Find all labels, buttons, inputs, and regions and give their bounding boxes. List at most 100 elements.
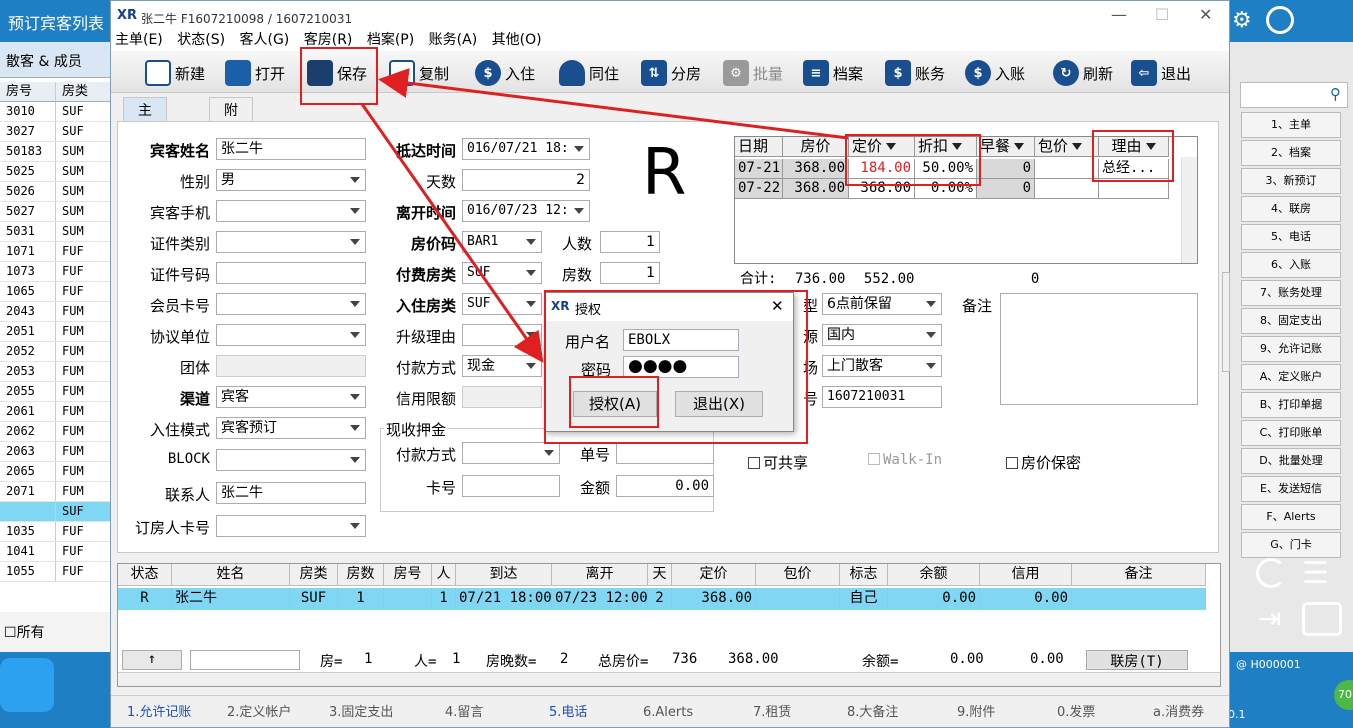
right-action-button[interactable]: C、打印账单 — [1241, 420, 1341, 446]
dep-amount-field[interactable]: 0.00 — [616, 475, 714, 497]
col-room-rate[interactable]: 房价 — [783, 137, 849, 157]
col-room-count[interactable]: 房数 — [338, 564, 384, 586]
tab-alerts[interactable]: 6.Alerts — [635, 702, 701, 724]
export-icon[interactable]: ⇥ — [1258, 602, 1281, 635]
id-type-select[interactable] — [216, 231, 366, 253]
right-action-button[interactable]: A、定义账户 — [1241, 364, 1341, 390]
table-row[interactable]: 2052 FUM — [0, 342, 112, 362]
col-package[interactable]: 包价 — [1035, 137, 1099, 157]
right-action-button[interactable]: F、Alerts — [1241, 504, 1341, 530]
upgrade-select[interactable] — [462, 324, 542, 346]
table-row[interactable]: 1073 FUF — [0, 262, 112, 282]
source-select[interactable]: 国内 — [822, 324, 942, 346]
col-date[interactable]: 日期 — [735, 137, 783, 157]
tab-extra-info[interactable]: 附加信息 — [209, 97, 253, 179]
remarks-textarea[interactable] — [1000, 293, 1198, 405]
table-row[interactable]: 2051 FUM — [0, 322, 112, 342]
menu-room[interactable]: 客房(R) — [304, 32, 353, 48]
power-icon[interactable] — [1266, 6, 1294, 34]
right-action-button[interactable]: E、发送短信 — [1241, 476, 1341, 502]
table-row[interactable]: 50183 SUM — [0, 142, 112, 162]
right-action-button[interactable]: 8、固定支出 — [1241, 308, 1341, 334]
table-row[interactable]: 3010 SUF — [0, 102, 112, 122]
table-row[interactable]: 2065 FUM — [0, 462, 112, 482]
list-icon[interactable]: ☰ — [1302, 556, 1329, 591]
menu-status[interactable]: 状态(S) — [177, 32, 225, 48]
table-row[interactable]: 1071 FUF — [0, 242, 112, 262]
left-tab[interactable]: 散客 & 成员 — [0, 42, 112, 78]
arrival-field[interactable]: 016/07/21 18: — [462, 138, 590, 160]
table-row[interactable]: 5031 SUM — [0, 222, 112, 242]
table-row[interactable]: 1041 FUF — [0, 542, 112, 562]
tab-define-account[interactable]: 2.定义帐户 — [219, 702, 299, 724]
col-room-no[interactable]: 房号 — [0, 82, 56, 101]
persons-field[interactable]: 1 — [600, 231, 660, 253]
share-checkbox[interactable]: 可共享 — [748, 452, 808, 473]
dep-no-field[interactable] — [616, 442, 714, 464]
tab-voucher[interactable]: a.消费券 — [1145, 702, 1212, 724]
col-room-type[interactable]: 房类 — [290, 564, 338, 586]
tab-attachment[interactable]: 9.附件 — [949, 702, 1003, 724]
assign-room-button[interactable]: ⇅ 分房 — [641, 57, 701, 89]
member-select[interactable] — [216, 293, 366, 315]
new-button[interactable]: 新建 — [145, 57, 205, 89]
all-checkbox[interactable]: ☐所有 — [0, 612, 112, 652]
gender-select[interactable]: 男 — [216, 169, 366, 191]
right-action-button[interactable]: 7、账务处理 — [1241, 280, 1341, 306]
copy-button[interactable]: 复制 — [389, 57, 449, 89]
menu-guest[interactable]: 客人(G) — [240, 32, 290, 48]
table-row[interactable]: 2062 FUM — [0, 422, 112, 442]
col-breakfast[interactable]: 早餐 — [977, 137, 1035, 157]
background-settings-icon[interactable]: ⚙ — [1232, 8, 1252, 33]
refresh-icon[interactable] — [1256, 558, 1286, 588]
res-no-field[interactable]: 1607210031 — [822, 386, 942, 408]
tab-phone[interactable]: 5.电话 — [541, 702, 595, 724]
agreement-select[interactable] — [216, 324, 366, 346]
credit-field[interactable] — [462, 386, 542, 408]
col-package[interactable]: 包价 — [756, 564, 840, 586]
search-icon[interactable]: ⚲ — [1330, 85, 1341, 103]
right-action-button[interactable]: 1、主单 — [1241, 112, 1341, 138]
rate-package[interactable] — [1035, 179, 1099, 199]
rate-reason[interactable] — [1099, 179, 1169, 199]
col-name[interactable]: 姓名 — [172, 564, 290, 586]
group-field[interactable] — [216, 355, 366, 377]
tab-message[interactable]: 4.留言 — [437, 702, 491, 724]
checkin-button[interactable]: $ 入住 — [475, 57, 535, 89]
menu-account[interactable]: 账务(A) — [429, 32, 478, 48]
badge[interactable]: 70 — [1334, 680, 1353, 710]
right-action-button[interactable]: 5、电话 — [1241, 224, 1341, 250]
menu-main[interactable]: 主单(E) — [115, 32, 163, 48]
channel-select[interactable]: 宾客 — [216, 386, 366, 408]
table-row[interactable]: 2063 FUM — [0, 442, 112, 462]
maximize-icon[interactable]: ☐ — [1155, 5, 1169, 24]
refresh-button[interactable]: ↻ 刷新 — [1053, 57, 1113, 89]
table-row[interactable]: 2071 FUM — [0, 482, 112, 502]
right-action-button[interactable]: D、批量处理 — [1241, 448, 1341, 474]
table-row[interactable]: 3027 SUF — [0, 122, 112, 142]
tab-allow-charge[interactable]: 1.允许记账 — [119, 702, 199, 724]
col-credit[interactable]: 信用 — [980, 564, 1072, 586]
share-button[interactable]: 同住 — [559, 57, 619, 89]
tab-big-remark[interactable]: 8.大备注 — [839, 702, 906, 724]
rate-secret-checkbox[interactable]: 房价保密 — [1006, 452, 1081, 473]
checkin-mode-select[interactable]: 宾客预订 — [216, 417, 366, 439]
col-rate[interactable]: 定价 — [672, 564, 756, 586]
checkin-room-type-select[interactable]: SUF — [462, 293, 542, 315]
col-arrival[interactable]: 到达 — [456, 564, 552, 586]
days-field[interactable]: 2 — [462, 169, 590, 191]
col-remark[interactable]: 备注 — [1072, 564, 1206, 586]
app-launcher-icon[interactable] — [0, 658, 54, 712]
table-row[interactable]: 1035 FUF — [0, 522, 112, 542]
table-row[interactable]: 2061 FUM — [0, 402, 112, 422]
table-row[interactable]: 5027 SUM — [0, 202, 112, 222]
right-search-input[interactable]: ⚲ — [1240, 82, 1348, 108]
table-row[interactable]: SUF — [0, 502, 112, 522]
paid-room-type-select[interactable]: SUF — [462, 262, 542, 284]
account-button[interactable]: $ 账务 — [885, 57, 945, 89]
exit-button[interactable]: ⇦ 退出 — [1131, 57, 1191, 89]
link-room-button[interactable]: 联房(T) — [1086, 650, 1188, 670]
walkin-checkbox[interactable]: Walk-In — [868, 452, 942, 468]
payment-select[interactable]: 现金 — [462, 355, 542, 377]
mobile-select[interactable] — [216, 200, 366, 222]
